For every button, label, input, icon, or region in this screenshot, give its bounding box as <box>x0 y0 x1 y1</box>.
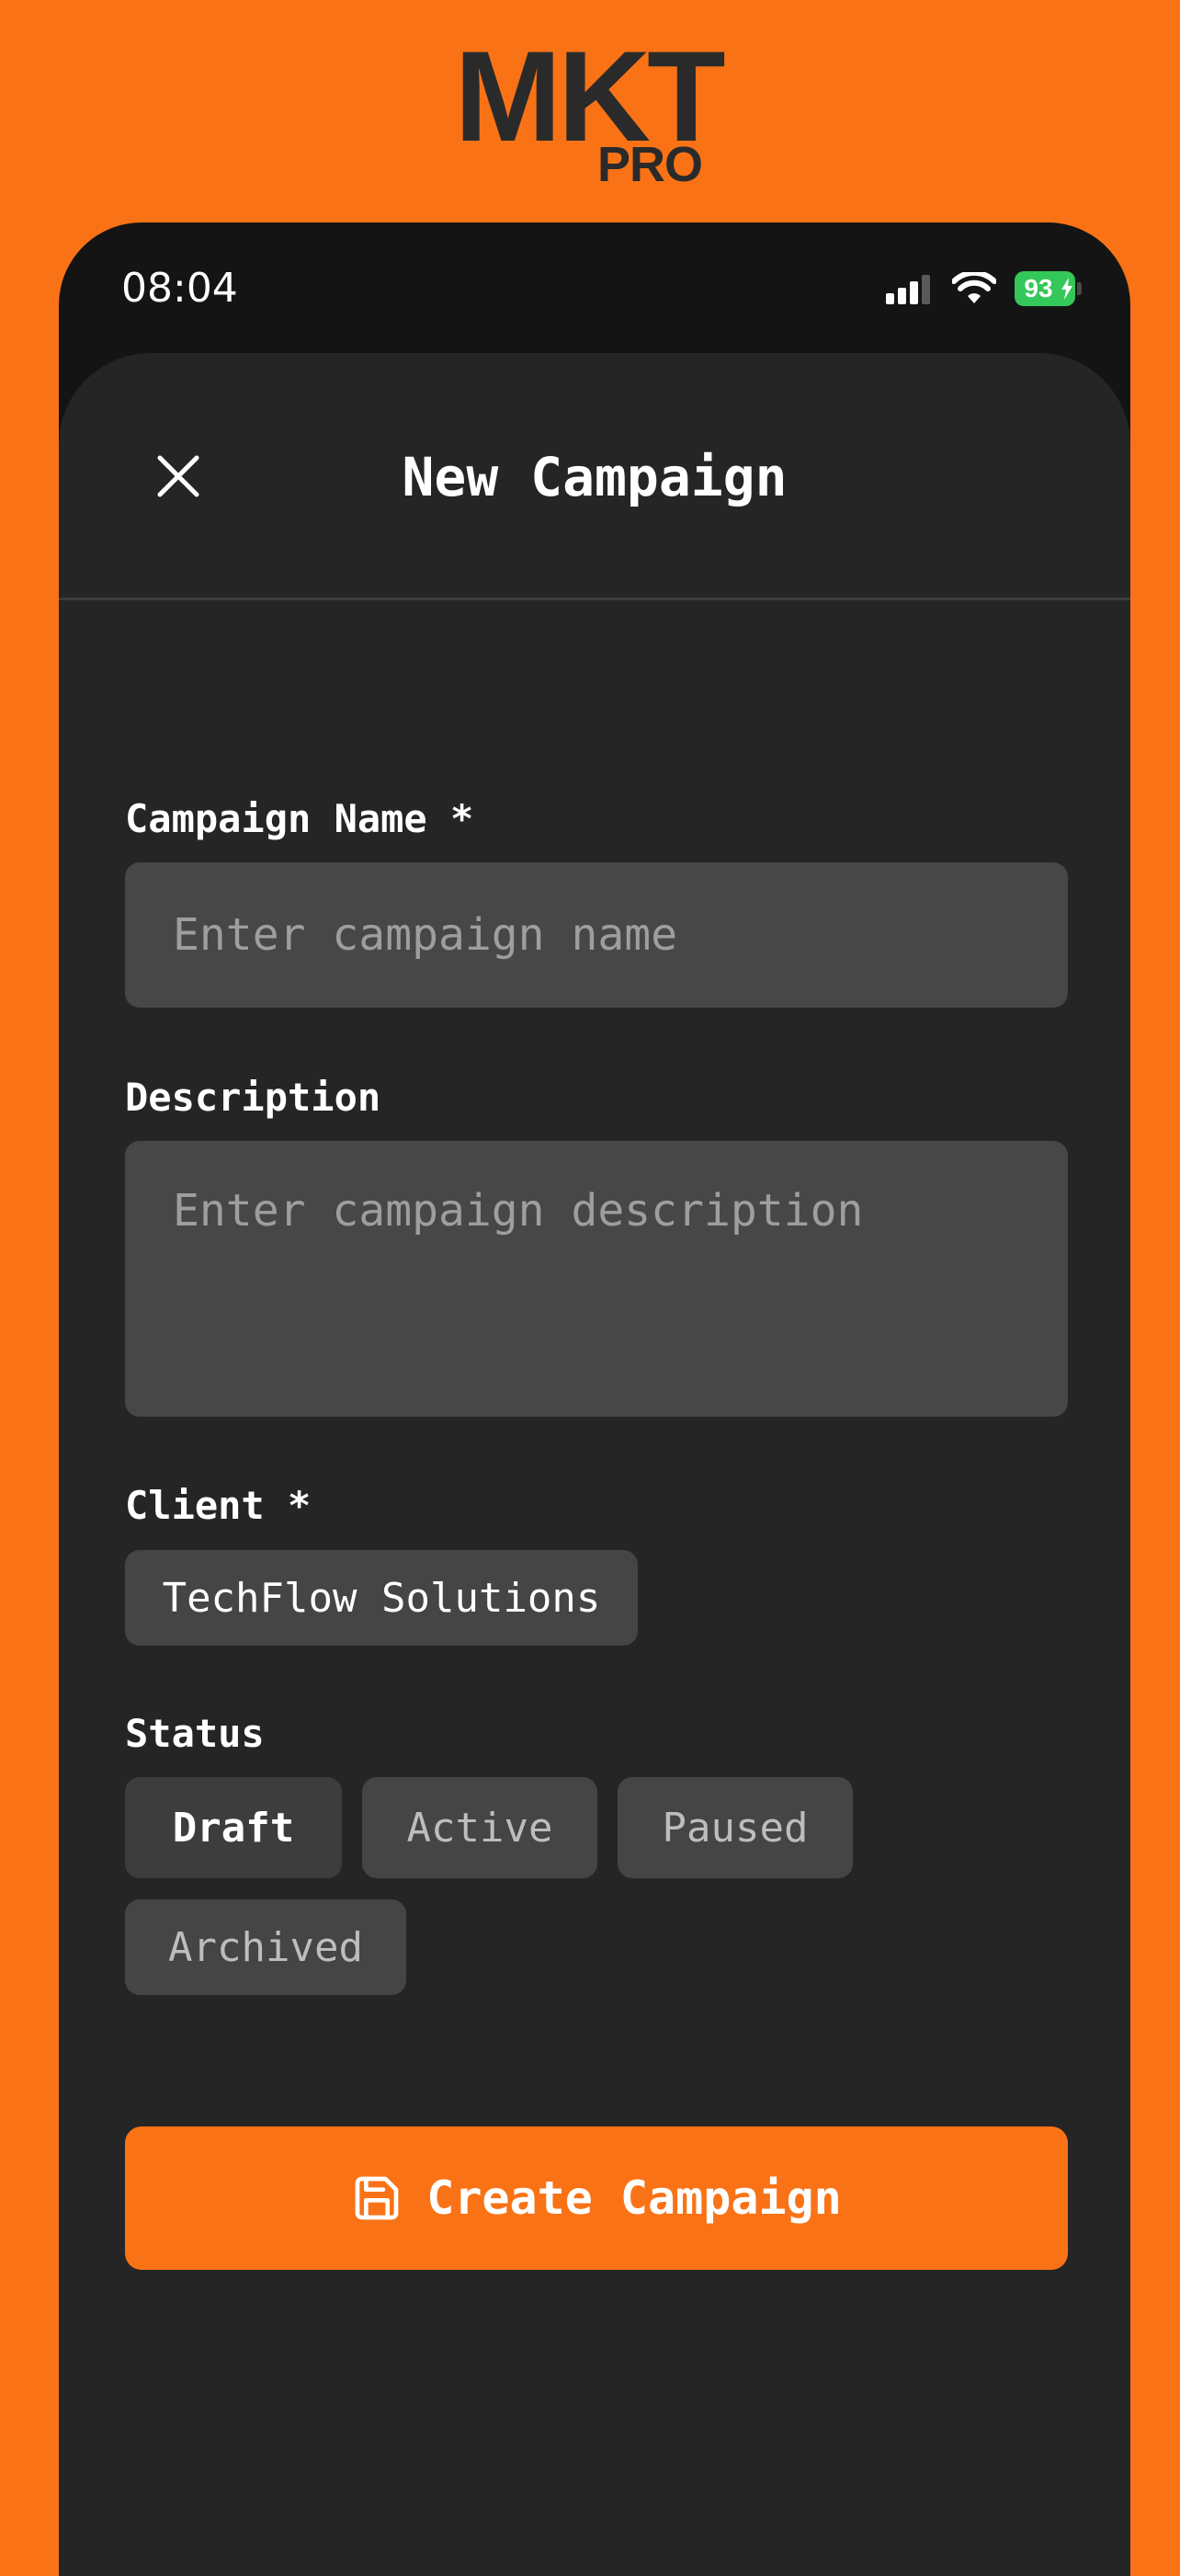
status-bar: 08:04 93 <box>59 222 1130 351</box>
create-campaign-button[interactable]: Create Campaign <box>125 2126 1068 2270</box>
battery-level: 93 <box>1024 274 1053 302</box>
description-input[interactable] <box>125 1141 1068 1417</box>
phone-frame: 08:04 93 New Campaign Campaign Name * En… <box>59 222 1130 2576</box>
save-icon <box>355 2176 399 2220</box>
sheet-header: New Campaign <box>59 353 1130 600</box>
status-option-active[interactable]: Active <box>362 1777 597 1878</box>
status-option-archived[interactable]: Archived <box>125 1899 406 1995</box>
description-label: Description <box>125 1075 381 1120</box>
wifi-icon <box>952 272 996 303</box>
status-time: 08:04 <box>121 265 238 312</box>
status-icons: 93 <box>886 270 1083 307</box>
charging-bolt-icon <box>1061 278 1072 300</box>
logo-sub-text: PRO <box>597 137 703 192</box>
campaign-name-label: Campaign Name * <box>125 796 474 841</box>
status-option-paused[interactable]: Paused <box>618 1777 853 1878</box>
page-title: New Campaign <box>402 446 788 508</box>
create-campaign-label: Create Campaign <box>426 2171 842 2225</box>
client-label: Client * <box>125 1483 312 1528</box>
client-selector[interactable]: TechFlow Solutions <box>125 1550 638 1646</box>
new-campaign-sheet: New Campaign Campaign Name * Description… <box>59 353 1130 2576</box>
cellular-signal-icon <box>886 275 930 304</box>
app-logo: MKT PRO <box>0 32 1180 193</box>
campaign-name-input[interactable] <box>125 862 1068 1008</box>
battery-icon: 93 <box>1015 271 1083 306</box>
status-label: Status <box>125 1711 265 1756</box>
status-option-draft[interactable]: Draft <box>125 1777 342 1878</box>
